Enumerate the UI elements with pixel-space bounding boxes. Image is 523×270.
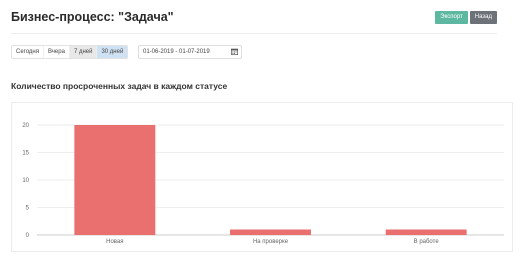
y-tick-label: 20	[22, 123, 29, 129]
export-button[interactable]: Экспорт	[435, 11, 468, 24]
back-button[interactable]: Назад	[469, 11, 497, 24]
period-selector: Сегодня Вчера 7 дней 30 дней	[11, 45, 129, 59]
bar-chart: 0 5 10 15 20 Новая На проверке В работе	[22, 123, 504, 245]
bar	[74, 125, 156, 235]
period-today-button[interactable]: Сегодня	[12, 46, 44, 58]
page-title: Бизнес-процесс: "Задача"	[11, 10, 174, 24]
x-tick-label: На проверке	[253, 239, 289, 245]
period-yesterday-button[interactable]: Вчера	[44, 46, 70, 58]
chart-container: 0 5 10 15 20 Новая На проверке В работе	[11, 102, 513, 252]
date-range-value: 01-06-2019 - 01-07-2019	[143, 49, 210, 55]
header-divider	[11, 33, 497, 34]
bar	[385, 229, 467, 235]
bar	[230, 229, 311, 235]
x-tick-label: Новая	[106, 239, 123, 245]
y-tick-label: 0	[26, 233, 30, 239]
chart-title: Количество просроченных задач в каждом с…	[11, 81, 228, 91]
calendar-icon[interactable]	[231, 48, 238, 55]
y-tick-label: 5	[26, 206, 30, 212]
y-tick-label: 15	[22, 151, 29, 157]
period-7-days-button[interactable]: 7 дней	[69, 46, 98, 58]
header-actions: Экспорт Назад	[435, 11, 497, 24]
date-range-input[interactable]: 01-06-2019 - 01-07-2019	[138, 45, 242, 59]
period-30-days-button[interactable]: 30 дней	[97, 46, 128, 58]
y-tick-label: 10	[22, 178, 29, 184]
x-tick-label: В работе	[414, 239, 440, 245]
